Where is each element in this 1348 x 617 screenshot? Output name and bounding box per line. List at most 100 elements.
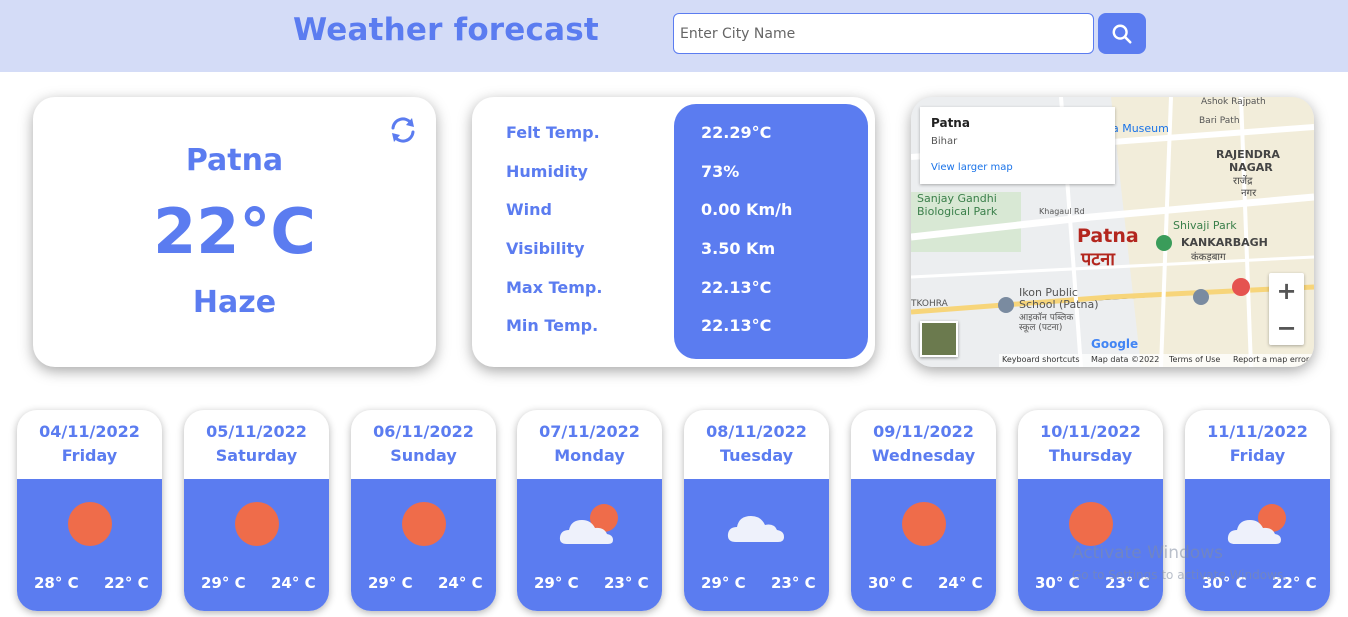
partly-cloudy-icon bbox=[559, 504, 618, 544]
forecast-max-temp: 29° C bbox=[701, 574, 746, 592]
map-label-sanjay-2: Biological Park bbox=[917, 205, 998, 218]
humidity-label: Humidity bbox=[506, 162, 588, 181]
map-label-kankarbagh: KANKARBAGH bbox=[1181, 236, 1268, 249]
sun-icon bbox=[68, 502, 112, 546]
max-temp-value: 22.13°C bbox=[701, 278, 772, 297]
weather-details-card: Felt Temp. 22.29°C Humidity 73% Wind 0.0… bbox=[472, 97, 875, 367]
app-title: Weather forecast bbox=[293, 12, 599, 48]
satellite-toggle[interactable] bbox=[920, 321, 958, 357]
forecast-max-temp: 29° C bbox=[201, 574, 246, 592]
min-temp-value: 22.13°C bbox=[701, 316, 772, 335]
visibility-value: 3.50 Km bbox=[701, 239, 776, 258]
sun-icon bbox=[1069, 502, 1113, 546]
map-label-ikon-hi-2: स्कूल (पटना) bbox=[1019, 323, 1063, 333]
activate-windows-subtitle: Go to Settings to activate Windows. bbox=[1072, 568, 1287, 582]
map-footer: Keyboard shortcuts Map data ©2022 Terms … bbox=[999, 354, 1314, 367]
forecast-panel: 30° C 24° C bbox=[851, 479, 996, 611]
forecast-date: 07/11/2022 bbox=[539, 422, 640, 441]
view-larger-map-link[interactable]: View larger map bbox=[931, 162, 1013, 173]
forecast-day: Sunday bbox=[390, 446, 457, 465]
forecast-panel: 29° C 23° C bbox=[517, 479, 662, 611]
forecast-day: Friday bbox=[61, 446, 118, 465]
sun-icon bbox=[902, 502, 946, 546]
forecast-day: Tuesday bbox=[719, 446, 794, 465]
partly-cloudy-icon bbox=[1227, 504, 1286, 544]
zoom-out-button[interactable]: − bbox=[1269, 310, 1304, 345]
forecast-min-temp: 24° C bbox=[938, 574, 983, 592]
google-logo: Google bbox=[1091, 337, 1139, 351]
weather-condition: Haze bbox=[192, 285, 277, 320]
forecast-min-temp: 23° C bbox=[771, 574, 816, 592]
forecast-panel: 29° C 24° C bbox=[351, 479, 496, 611]
header-bar: Weather forecast bbox=[0, 0, 1348, 72]
current-temperature: 22°C bbox=[153, 195, 316, 268]
current-weather-card: Patna 22°C Haze bbox=[33, 97, 436, 367]
forecast-min-temp: 24° C bbox=[271, 574, 316, 592]
forecast-panel: 29° C 23° C bbox=[684, 479, 829, 611]
forecast-max-temp: 30° C bbox=[868, 574, 913, 592]
wind-value: 0.00 Km/h bbox=[701, 200, 793, 219]
map-label-sanjay-1: Sanjay Gandhi bbox=[917, 192, 997, 205]
forecast-max-temp: 28° C bbox=[34, 574, 79, 592]
activate-windows-title: Activate Windows bbox=[1072, 543, 1223, 563]
min-temp-label: Min Temp. bbox=[506, 316, 599, 335]
max-temp-label: Max Temp. bbox=[506, 278, 603, 297]
keyboard-shortcuts-link[interactable]: Keyboard shortcuts bbox=[1002, 355, 1079, 364]
forecast-date: 10/11/2022 bbox=[1040, 422, 1141, 441]
forecast-date: 11/11/2022 bbox=[1207, 422, 1308, 441]
forecast-day: Saturday bbox=[215, 446, 298, 465]
map-label-tkohra: TKOHRA bbox=[911, 299, 948, 309]
forecast-panel: 29° C 24° C bbox=[184, 479, 329, 611]
map-label-city-en: Patna bbox=[1077, 225, 1139, 247]
report-error-link[interactable]: Report a map error bbox=[1233, 355, 1309, 364]
map-info-window: Patna Bihar View larger map bbox=[920, 107, 1115, 184]
sun-icon bbox=[402, 502, 446, 546]
forecast-date: 09/11/2022 bbox=[873, 422, 974, 441]
forecast-card: 05/11/2022 Saturday 29° C 24° C bbox=[184, 410, 329, 611]
city-search-input[interactable] bbox=[673, 13, 1094, 54]
map-data-text: Map data ©2022 bbox=[1091, 355, 1160, 364]
forecast-card: 07/11/2022 Monday 29° C 23° C bbox=[517, 410, 662, 611]
humidity-value: 73% bbox=[701, 162, 740, 181]
forecast-day: Wednesday bbox=[871, 446, 976, 465]
forecast-date: 08/11/2022 bbox=[706, 422, 807, 441]
forecast-date: 06/11/2022 bbox=[373, 422, 474, 441]
sun-icon bbox=[235, 502, 279, 546]
city-name: Patna bbox=[185, 143, 284, 178]
forecast-max-temp: 29° C bbox=[534, 574, 579, 592]
map-place-region: Bihar bbox=[931, 136, 958, 147]
map-label-nagar-hi: नगर bbox=[1241, 188, 1257, 199]
refresh-icon[interactable] bbox=[388, 115, 418, 145]
forecast-day: Monday bbox=[554, 446, 625, 465]
forecast-min-temp: 22° C bbox=[104, 574, 149, 592]
cloud-icon bbox=[727, 516, 784, 542]
map-embed[interactable]: na Museum Bari Path Ashok Rajpath RAJEND… bbox=[911, 97, 1314, 367]
forecast-date: 04/11/2022 bbox=[39, 422, 140, 441]
forecast-card: 06/11/2022 Sunday 29° C 24° C bbox=[351, 410, 496, 611]
map-label-khagaul: Khagaul Rd bbox=[1039, 207, 1085, 216]
map-label-shivaji: Shivaji Park bbox=[1173, 219, 1237, 232]
forecast-card: 08/11/2022 Tuesday 29° C 23° C bbox=[684, 410, 829, 611]
forecast-card: 09/11/2022 Wednesday 30° C 24° C bbox=[851, 410, 996, 611]
map-label-ashok-rajpath: Ashok Rajpath bbox=[1201, 97, 1266, 107]
forecast-card: 04/11/2022 Friday 28° C 22° C bbox=[17, 410, 162, 611]
map-label-rajendra: RAJENDRA bbox=[1216, 148, 1280, 161]
felt-temp-value: 22.29°C bbox=[701, 123, 772, 142]
zoom-in-button[interactable]: + bbox=[1269, 273, 1304, 308]
forecast-date: 05/11/2022 bbox=[206, 422, 307, 441]
search-icon bbox=[1112, 24, 1132, 44]
forecast-min-temp: 23° C bbox=[604, 574, 649, 592]
zoom-controls: + − bbox=[1269, 273, 1304, 345]
map-place-name: Patna bbox=[931, 116, 970, 130]
felt-temp-label: Felt Temp. bbox=[506, 123, 600, 142]
map-label-bari-path: Bari Path bbox=[1199, 116, 1240, 126]
map-label-city-hi: पटना bbox=[1081, 249, 1115, 270]
map-label-kankarbagh-hi: कंकड़बाग bbox=[1191, 252, 1226, 263]
wind-label: Wind bbox=[506, 200, 552, 219]
search-button[interactable] bbox=[1098, 13, 1146, 54]
forecast-max-temp: 29° C bbox=[368, 574, 413, 592]
terms-link[interactable]: Terms of Use bbox=[1169, 355, 1220, 364]
forecast-min-temp: 24° C bbox=[438, 574, 483, 592]
forecast-panel: 28° C 22° C bbox=[17, 479, 162, 611]
visibility-label: Visibility bbox=[506, 239, 585, 258]
